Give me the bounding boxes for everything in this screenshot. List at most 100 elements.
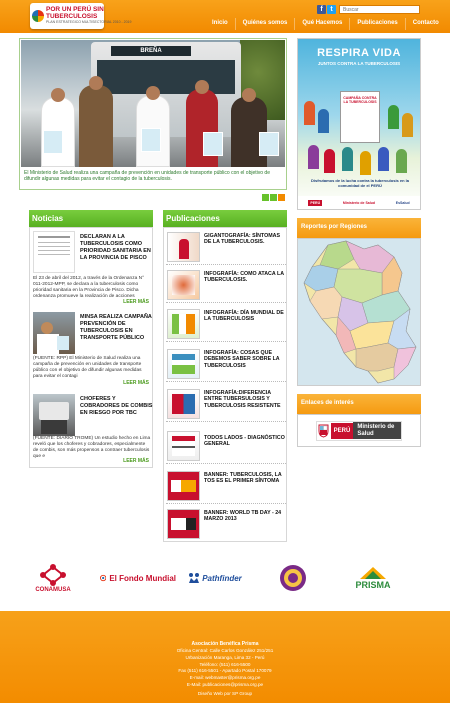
flyer-shape [43, 130, 63, 154]
flyer-shape [259, 132, 279, 156]
main-nav: Inicio Quiénes somos Qué Hacemos Publica… [205, 18, 446, 30]
poster-footer-essalud: EsSalud [395, 201, 410, 205]
partner-name: CONAMUSA [35, 587, 71, 593]
logo-text: POR UN PERÚ SIN TUBERCULOSIS PLAN ESTRAT… [46, 7, 131, 25]
twitter-icon[interactable]: t [327, 5, 336, 14]
footer-fax: Fax (511) 616-5501 - Apartado Postal 170… [178, 668, 272, 674]
crowd-figure [388, 105, 399, 129]
publication-item[interactable]: INFOGRAFÍA: DÍA MUNDIAL DE LA TUBERCULOS… [166, 306, 286, 342]
footer-email2[interactable]: E-Mail: publicaciones@prisma.org.pe [0, 682, 450, 689]
read-more-link[interactable]: LEER MÁS [123, 380, 149, 386]
read-more-link[interactable]: LEER MÁS [123, 458, 149, 464]
pub-thumb-image [167, 309, 200, 339]
read-more-link[interactable]: LEER MÁS [123, 299, 149, 305]
hero-photo[interactable]: BREÑA [21, 40, 285, 167]
conamusa-icon [40, 564, 66, 586]
search-input[interactable] [339, 5, 420, 14]
enlaces-box: PERÚ Ministerio de Salud [297, 414, 421, 447]
nav-item-quienes-somos[interactable]: Quiénes somos [234, 18, 295, 30]
news-text: (FUENTE: DIARIO TROME) Un estudio hecho … [33, 436, 151, 459]
news-title[interactable]: CHOFERES Y COBRADORES DE COMBIS EN RIESG… [80, 396, 154, 417]
publication-title: INFOGRAFÍA:DIFERENCIA ENTRE TUBERSULOSIS… [204, 390, 281, 409]
nav-item-contacto[interactable]: Contacto [404, 18, 446, 30]
news-text: (FUENTE: RPP) El Ministerio de Salud rea… [33, 356, 142, 379]
news-thumb-photo[interactable] [33, 394, 75, 436]
pub-thumb-banner [167, 509, 200, 539]
publication-item[interactable]: INFOGRAFÍA:DIFERENCIA ENTRE TUBERSULOSIS… [166, 386, 286, 422]
partner-university[interactable] [278, 560, 308, 596]
bus-window [97, 60, 235, 94]
poster-footer-minsa: Ministerio de Salud [342, 201, 375, 205]
minsa-country: PERÚ [330, 422, 354, 439]
slider-dots [262, 194, 285, 201]
publication-item[interactable]: GIGANTOGRAFÍA: SÍNTOMAS DE LA TUBERCULOS… [166, 229, 286, 265]
pub-thumb-image [167, 270, 200, 300]
crowd-figure [308, 145, 319, 169]
hero-slider[interactable]: BREÑA El Ministerio de Salud realiza una… [19, 38, 287, 190]
publication-item[interactable]: INFOGRAFÍA: COSAS QUE DEBEMOS SABER SOBR… [166, 346, 286, 382]
crowd-figure [318, 109, 329, 133]
pub-thumb-image [167, 389, 200, 419]
crowd-figure [378, 147, 389, 171]
publication-item[interactable]: BANNER: WORLD TB DAY - 24 MARZO 2013 [166, 506, 286, 542]
prisma-icon [360, 567, 386, 579]
slider-dot-2[interactable] [270, 194, 277, 201]
peru-shield-icon [316, 421, 331, 440]
footer-email[interactable]: E-mail: webmaster@prisma.org.pe [0, 675, 450, 682]
news-title[interactable]: DECLARAN A LA TUBERCULOSIS COMO PRIORIDA… [80, 234, 154, 262]
news-thumb-document[interactable] [33, 231, 75, 273]
pub-thumb-image [167, 349, 200, 379]
news-thumb-photo[interactable] [33, 312, 75, 354]
publication-item[interactable]: BANNER: TUBERCULOSIS, LA TOS ES EL PRIME… [166, 468, 286, 504]
partner-pathfinder[interactable]: Pathfinder [186, 560, 244, 596]
publication-item[interactable]: INFOGRAFÍA: COMO ATACA LA TUBERCULOSIS. [166, 267, 286, 303]
person-head [195, 80, 209, 94]
person-figure [79, 85, 113, 167]
crowd-figure [360, 151, 371, 175]
nav-item-publicaciones[interactable]: Publicaciones [349, 18, 404, 30]
crowd-figure [304, 101, 315, 125]
facebook-icon[interactable]: f [317, 5, 326, 14]
publication-item[interactable]: TODOS LADOS - DIAGNÓSTICO GENERAL [166, 428, 286, 464]
logo-emblem-icon [32, 10, 44, 22]
partner-name: El Fondo Mundial [109, 573, 176, 583]
university-seal-icon [280, 565, 306, 591]
logo-line3: PLAN ESTRATEGICO MULTISECTORIAL 2010 - 2… [46, 20, 132, 25]
peru-regions-map[interactable] [297, 238, 421, 386]
crowd-figure [324, 149, 335, 173]
poster-footer: PERÚ Ministerio de Salud EsSalud [298, 196, 420, 209]
publication-title: BANNER: TUBERCULOSIS, LA TOS ES EL PRIME… [204, 472, 282, 485]
slider-dot-1[interactable] [262, 194, 269, 201]
flyer-shape [141, 128, 161, 152]
nav-item-que-hacemos[interactable]: Qué Hacemos [294, 18, 349, 30]
pub-thumb-banner [167, 471, 200, 501]
nav-item-inicio[interactable]: Inicio [205, 18, 235, 30]
minsa-link[interactable]: PERÚ Ministerio de Salud [315, 420, 403, 441]
slider-dot-3[interactable] [278, 194, 285, 201]
publication-title: TODOS LADOS - DIAGNÓSTICO GENERAL [204, 435, 285, 448]
partner-fondo-mundial[interactable]: El Fondo Mundial [100, 560, 176, 596]
footer-org: Asociación Benéfica Prisma [191, 641, 259, 647]
partner-name: PRISMA [355, 580, 391, 590]
poster-title: RESPIRA VIDA [317, 47, 401, 59]
publicaciones-heading: Publicaciones [163, 210, 287, 227]
publication-title: INFOGRAFÍA: DÍA MUNDIAL DE LA TUBERCULOS… [204, 310, 284, 323]
publication-title: BANNER: WORLD TB DAY - 24 MARZO 2013 [204, 510, 282, 523]
footer-credit[interactable]: Diseño Web por SP Group [0, 691, 450, 698]
footer-address: Oficina Central: Calle Carlos González 2… [176, 648, 274, 654]
poster-subtitle: JUNTOS CONTRA LA TUBERCULOSIS [317, 61, 401, 66]
bus-sign: BREÑA [111, 46, 191, 56]
partner-prisma[interactable]: PRISMA [345, 560, 401, 596]
peru-map-icon [303, 240, 417, 384]
partners-row: CONAMUSA El Fondo Mundial Pathfinder PRI… [0, 548, 450, 608]
crowd-figure [342, 147, 353, 171]
hero-caption: El Ministerio de Salud realiza una campa… [24, 170, 270, 183]
site-logo[interactable]: POR UN PERÚ SIN TUBERCULOSIS PLAN ESTRAT… [30, 3, 131, 29]
campaign-poster[interactable]: RESPIRA VIDA JUNTOS CONTRA LA TUBERCULOS… [297, 38, 421, 210]
footer-phone: Teléfono: (511) 616-5500 [199, 661, 251, 667]
partner-conamusa[interactable]: CONAMUSA [32, 560, 74, 596]
news-title[interactable]: MINSA REALIZA CAMPAÑA PREVENCIÓN DE TUBE… [80, 314, 154, 342]
poster-slogan: Disfrutamos de la lucha contra la tuberc… [310, 178, 410, 188]
pub-thumb-image [167, 232, 200, 262]
person-head [242, 88, 256, 102]
